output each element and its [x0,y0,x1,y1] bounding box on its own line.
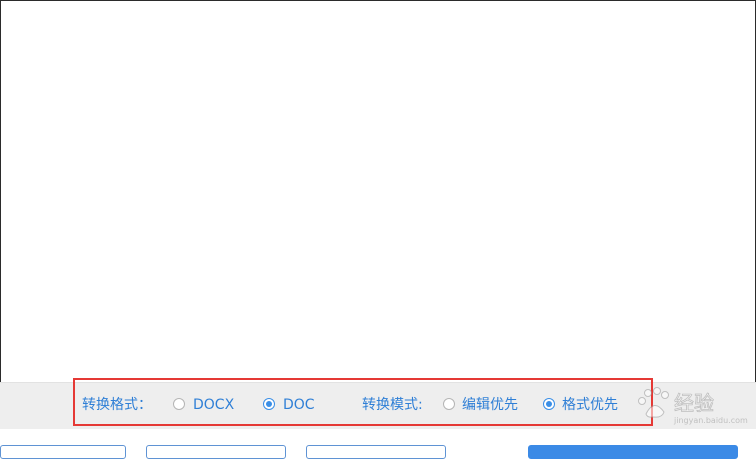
start-convert-button[interactable] [528,445,738,459]
mode-label: 转换模式: [362,397,423,413]
format-label: 转换格式： [82,397,152,413]
radio-format-priority-label[interactable]: 格式优先 [562,396,618,414]
radio-docx[interactable] [173,398,185,410]
bottom-button-3[interactable] [306,445,446,459]
bottom-button-2[interactable] [146,445,286,459]
radio-doc[interactable] [263,398,275,410]
radio-doc-label[interactable]: DOC [283,396,315,414]
radio-edit-priority-label[interactable]: 编辑优先 [462,396,518,414]
radio-format-priority[interactable] [543,398,555,410]
document-preview-area [0,0,756,382]
radio-edit-priority[interactable] [443,398,455,410]
bottom-button-1[interactable] [0,445,126,459]
radio-docx-label[interactable]: DOCX [193,396,234,414]
